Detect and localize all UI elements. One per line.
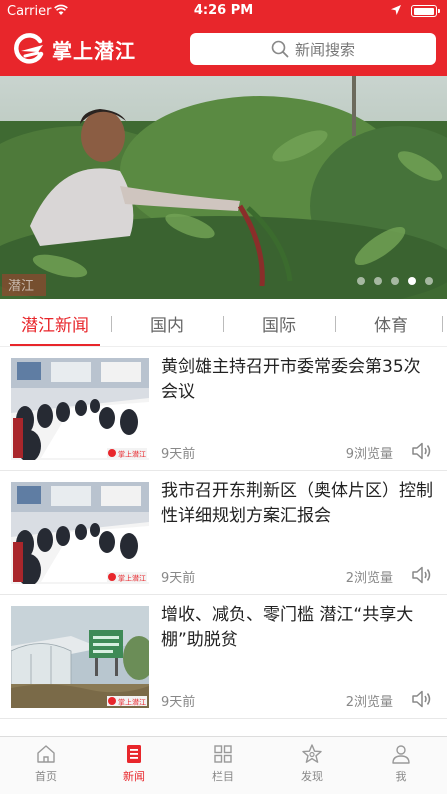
speaker-icon[interactable]	[411, 441, 433, 461]
carousel-dot[interactable]	[391, 277, 399, 285]
news-item[interactable]: 掌上潜江 黄剑雄主持召开市委常委会第35次会议 9天前 9浏览量	[0, 347, 447, 471]
carousel-dot[interactable]	[357, 277, 365, 285]
status-time: 4:26 PM	[193, 3, 254, 18]
news-time: 9天前	[161, 695, 196, 710]
tab-divider	[111, 316, 112, 332]
user-icon	[392, 745, 410, 764]
search-input[interactable]: 新闻搜索	[190, 33, 436, 65]
tabbar-label: 栏目	[212, 770, 234, 783]
tab-divider	[335, 316, 336, 332]
tabbar-label: 发现	[301, 770, 323, 783]
news-thumbnail: 掌上潜江	[11, 482, 149, 584]
carousel-dot[interactable]	[374, 277, 382, 285]
news-icon	[127, 745, 141, 763]
home-icon	[37, 745, 55, 763]
news-time: 9天前	[161, 571, 196, 586]
news-views: 2浏览量	[345, 571, 393, 586]
location-arrow-icon	[391, 5, 401, 15]
news-thumbnail: 掌上潜江	[11, 606, 149, 708]
tabbar-label: 我	[395, 770, 407, 783]
grid-icon	[214, 745, 232, 763]
carousel-dots	[357, 277, 433, 285]
tabbar-label: 新闻	[123, 770, 145, 783]
search-icon	[271, 40, 289, 58]
tab-divider	[442, 316, 443, 332]
news-title: 黄剑雄主持召开市委常委会第35次会议	[161, 357, 421, 402]
discover-icon	[302, 744, 322, 763]
tab-domestic[interactable]: 国内	[122, 311, 212, 336]
news-item[interactable]: 掌上潜江 我市召开东荆新区（奥体片区）控制性详细规划方案汇报会 9天前 2浏览量	[0, 471, 447, 595]
tabbar-item-news[interactable]: 新闻	[99, 743, 169, 784]
tabbar-item-me[interactable]: 我	[366, 743, 436, 784]
news-item[interactable]: 掌上潜江 增收、减负、零门槛 潜江“共享大棚”助脱贫 9天前 2浏览量	[0, 595, 447, 719]
category-tabs: 潜江新闻 国内 国际 体育	[0, 299, 447, 347]
news-views: 2浏览量	[345, 695, 393, 710]
app-logo-icon	[14, 33, 44, 64]
tabbar-item-home[interactable]: 首页	[11, 743, 81, 784]
bottom-tab-bar: 首页 新闻 栏目 发现 我	[0, 736, 447, 794]
news-time: 9天前	[161, 447, 196, 462]
app-title: 掌上潜江	[52, 39, 136, 63]
status-bar: Carrier 4:26 PM	[0, 0, 447, 22]
banner-watermark: 潜江	[8, 279, 34, 294]
news-title: 我市召开东荆新区（奥体片区）控制性详细规划方案汇报会	[161, 481, 433, 526]
app-header: Carrier 4:26 PM 掌上潜江 新闻搜索	[0, 0, 447, 76]
thumbnail-logo: 掌上潜江	[118, 698, 146, 707]
tabbar-label: 首页	[35, 770, 57, 783]
banner-carousel[interactable]: 潜江	[0, 76, 447, 299]
news-views: 9浏览量	[345, 447, 393, 462]
tab-sports[interactable]: 体育	[346, 311, 436, 336]
speaker-icon[interactable]	[411, 689, 433, 709]
thumbnail-logo: 掌上潜江	[118, 574, 146, 583]
tabbar-item-columns[interactable]: 栏目	[188, 743, 258, 784]
battery-icon	[411, 5, 440, 17]
active-tab-indicator	[10, 344, 100, 346]
tabbar-item-discover[interactable]: 发现	[277, 743, 347, 784]
tab-divider	[223, 316, 224, 332]
carousel-dot-active[interactable]	[408, 277, 416, 285]
carousel-dot[interactable]	[425, 277, 433, 285]
tab-qianjiang-news[interactable]: 潜江新闻	[10, 311, 100, 336]
banner-image: 潜江	[0, 76, 447, 299]
news-title: 增收、减负、零门槛 潜江“共享大棚”助脱贫	[161, 605, 414, 650]
search-placeholder: 新闻搜索	[294, 40, 355, 59]
thumbnail-logo: 掌上潜江	[118, 450, 146, 459]
tab-international[interactable]: 国际	[234, 311, 324, 336]
speaker-icon[interactable]	[411, 565, 433, 585]
news-thumbnail: 掌上潜江	[11, 358, 149, 460]
